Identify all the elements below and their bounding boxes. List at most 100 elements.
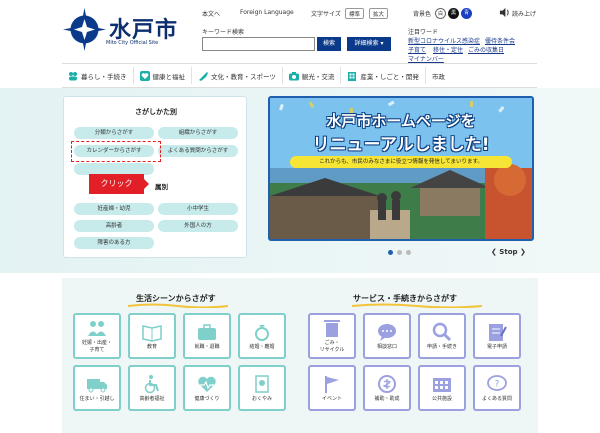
speaker-icon[interactable]: [499, 7, 510, 18]
tile-label: 健康づくり: [194, 395, 220, 402]
tile-garbage[interactable]: ごみ・ リサイクル: [308, 313, 356, 359]
renewal-banner[interactable]: 水戸市ホームページを リニューアルしました! これからも、市民のみなさまに役立つ…: [268, 96, 534, 241]
tile-label: 補助・助成: [374, 395, 400, 402]
elementary-student-button[interactable]: 小中学生: [158, 203, 238, 215]
city-logo-icon[interactable]: [62, 7, 107, 52]
highlight-box: [71, 141, 161, 162]
tile-e-application[interactable]: 電子申請: [473, 313, 521, 359]
tile-education[interactable]: 教育: [128, 313, 176, 359]
heart-icon: [139, 70, 150, 81]
tile-label: おくやみ: [251, 395, 272, 402]
featured-word-link[interactable]: 新型コロナウイルス感染症: [408, 36, 480, 45]
background-color-label: 背景色: [413, 11, 432, 18]
carousel-dots: [388, 250, 415, 255]
background-black-button[interactable]: 黒: [448, 8, 459, 19]
font-size-standard-button[interactable]: 標準: [345, 8, 365, 19]
tile-elderly[interactable]: 高齢者福祉: [128, 365, 176, 411]
tile-label: 住まい・引越し: [79, 395, 115, 402]
featured-word-link[interactable]: マイナンバー: [408, 54, 444, 63]
read-aloud-link[interactable]: 読み上げ: [512, 9, 536, 18]
tile-marriage[interactable]: 結婚・離婚: [238, 313, 286, 359]
tile-employment[interactable]: 就職・退職: [183, 313, 231, 359]
carousel-controls[interactable]: ❮ Stop ❯: [491, 248, 526, 256]
search-button[interactable]: 検索: [317, 37, 341, 51]
global-nav: 暮らし・手続き 健康と福祉 文化・教育・スポーツ 観光・交流 産業・しごと・開発…: [62, 63, 537, 88]
building-icon: [348, 71, 357, 81]
banner-title-line1: 水戸市ホームページを: [326, 112, 476, 130]
tile-health[interactable]: 健康づくり: [183, 365, 231, 411]
tile-label: 教育: [146, 343, 157, 350]
panel-title: さがしかた別: [135, 108, 177, 116]
nav-item-city-admin[interactable]: 市政: [426, 67, 451, 84]
title-underline-icon: [352, 303, 482, 308]
wheelchair-icon: [144, 374, 159, 393]
senior-button[interactable]: 高齢者: [74, 220, 154, 232]
tile-label: 申請・手続き: [426, 343, 457, 350]
font-size-large-button[interactable]: 拡大: [369, 8, 389, 19]
nav-item-industry[interactable]: 産業・しごと・開発: [341, 67, 426, 84]
tile-label: 結婚・離婚: [249, 343, 275, 350]
background-white-button[interactable]: 白: [435, 8, 446, 19]
title-underline-icon: [128, 303, 228, 308]
banner-title-line2: リニューアルしました!: [312, 135, 490, 155]
nav-item-tourism[interactable]: 観光・交流: [283, 67, 342, 84]
life-scene-grid: 妊娠・出産・ 子育て 教育 就職・退職 結婚・離婚 住まい・引越し 高齢者福祉 …: [73, 313, 286, 411]
skip-to-content-link[interactable]: 本文へ: [202, 9, 220, 18]
banner-subtitle: これからも、市民のみなさまに役立つ情報を発信してまいります。: [290, 156, 512, 168]
gift-icon: [378, 374, 396, 393]
panel-subtitle: 属別: [155, 183, 168, 191]
truck-icon: [87, 378, 107, 392]
tile-label: 高齢者福祉: [139, 395, 165, 402]
featured-word-link[interactable]: 移住・定住: [433, 45, 463, 54]
camera-icon: [288, 71, 299, 80]
search-by-faq-button[interactable]: よくある質問からさがす: [158, 145, 238, 157]
tile-housing[interactable]: 住まい・引越し: [73, 365, 121, 411]
trash-icon: [324, 320, 340, 337]
tile-label: 公共施設: [431, 395, 452, 402]
search-by-category-button[interactable]: 分類からさがす: [74, 127, 154, 139]
nav-item-health[interactable]: 健康と福祉: [134, 67, 192, 84]
svg-text:?: ?: [495, 379, 500, 389]
featured-word-link[interactable]: 子育て: [408, 45, 426, 54]
featured-words-label: 注目ワード: [408, 29, 439, 36]
tile-label: よくある質問: [481, 395, 512, 402]
brush-icon: [199, 71, 208, 81]
disability-button[interactable]: 障害のある方: [74, 237, 154, 249]
tile-facilities[interactable]: 公共施設: [418, 365, 466, 411]
foreign-language-link[interactable]: Foreign Language: [240, 9, 294, 16]
tile-event[interactable]: イベント: [308, 365, 356, 411]
tile-subsidy[interactable]: 補助・助成: [363, 365, 411, 411]
book-icon: [142, 324, 162, 342]
carousel-dot[interactable]: [406, 250, 411, 255]
tile-faq[interactable]: ? よくある質問: [473, 365, 521, 411]
background-blue-button[interactable]: 青: [461, 8, 472, 19]
logo-subtitle: Mito City Official Site: [106, 40, 159, 46]
tile-childcare[interactable]: 妊娠・出産・ 子育て: [73, 313, 121, 359]
pulse-icon: [198, 376, 216, 392]
family-icon: [88, 321, 106, 336]
people-icon: [69, 71, 77, 80]
tile-label: ごみ・ リサイクル: [319, 340, 345, 353]
nav-label: 観光・交流: [301, 72, 335, 81]
nav-label: 健康と福祉: [152, 72, 186, 81]
search-method-panel: さがしかた別 分類からさがす 組織からさがす カレンダーからさがす よくある質問…: [63, 96, 247, 258]
nav-label: 産業・しごと・開発: [360, 72, 419, 81]
search-by-organization-button[interactable]: 組織からさがす: [158, 127, 238, 139]
nav-item-living[interactable]: 暮らし・手続き: [62, 67, 134, 84]
keyword-search-label: キーワード検索: [202, 29, 245, 36]
nav-label: 文化・教育・スポーツ: [211, 72, 276, 81]
pregnant-infant-button[interactable]: 妊産婦・幼児: [74, 203, 154, 215]
tile-consultation[interactable]: 相談窓口: [363, 313, 411, 359]
detail-search-button[interactable]: 詳細検索 ▾: [347, 37, 391, 51]
carousel-dot[interactable]: [397, 250, 402, 255]
nav-item-culture[interactable]: 文化・教育・スポーツ: [192, 67, 283, 84]
keyword-search-input[interactable]: [202, 37, 315, 51]
featured-word-link[interactable]: ごみの収集日: [468, 45, 504, 54]
tile-condolence[interactable]: おくやみ: [238, 365, 286, 411]
featured-word-link[interactable]: 優待条件会: [485, 36, 515, 45]
flag-icon: [325, 375, 339, 393]
tile-application[interactable]: 申請・手続き: [418, 313, 466, 359]
carousel-dot[interactable]: [388, 250, 393, 255]
foreigner-button[interactable]: 外国人の方: [158, 220, 238, 232]
font-size-label: 文字サイズ: [311, 11, 341, 18]
